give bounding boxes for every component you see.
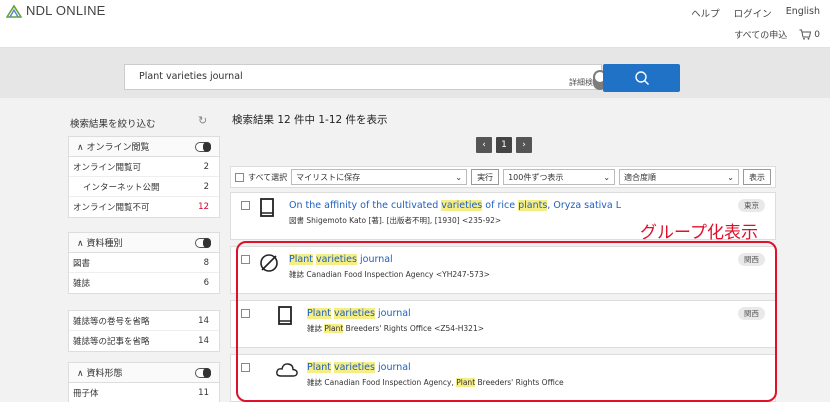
select-all-label: すべて選択 <box>248 172 288 182</box>
facet-toggle-icon[interactable] <box>195 141 211 152</box>
reset-icon[interactable]: ↻ <box>198 114 207 127</box>
grouped-display-label: グループ化表示 <box>640 223 758 243</box>
cart-button[interactable]: 0 <box>799 29 820 40</box>
results-summary: 検索結果 12 件中 1-12 件を表示 <box>232 114 388 126</box>
logo-text: NDL ONLINE <box>26 3 106 18</box>
results-toolbar: すべて選択 マイリストに保存 ⌄ 実行 100件ずつ表示 ⌄ 適合度順 ⌄ 表示 <box>230 166 776 188</box>
facet-row[interactable]: インターネット公開 2 <box>69 177 219 197</box>
sort-select[interactable]: 適合度順 ⌄ <box>619 169 739 185</box>
facet-row[interactable]: 雑誌 6 <box>69 273 219 293</box>
prev-page-button[interactable]: ‹ <box>476 137 492 153</box>
refine-title: 検索結果を絞り込む <box>70 119 156 130</box>
facet-row[interactable]: オンライン閲覧可 2 <box>69 157 219 177</box>
cart-icon <box>799 29 812 40</box>
top-header: NDL ONLINE ヘルプ ログイン English すべての申込 0 <box>0 0 830 48</box>
header-sub-links: すべての申込 0 <box>734 28 820 41</box>
search-button[interactable] <box>603 64 680 92</box>
facet-row[interactable]: 雑誌等の巻号を省略 14 <box>69 311 219 331</box>
header-links: ヘルプ ログイン English <box>691 6 820 20</box>
book-icon <box>260 198 274 217</box>
facet-type-title: ∧ 資料種別 <box>77 239 123 249</box>
chevron-down-icon: ⌄ <box>455 172 463 182</box>
result-title[interactable]: On the affinity of the cultivated variet… <box>289 200 621 211</box>
cart-count: 0 <box>814 29 820 40</box>
pagination: ‹ 1 › <box>476 137 532 153</box>
page: NDL ONLINE ヘルプ ログイン English すべての申込 0 Pla… <box>0 0 830 402</box>
login-link[interactable]: ログイン <box>734 6 772 20</box>
facet-row[interactable]: オンライン閲覧不可 12 <box>69 197 219 217</box>
result-meta: 図書 Shigemoto Kato [著]. [出版者不明], [1930] <… <box>289 216 502 225</box>
facet-type: ∧ 資料種別 図書 8 雑誌 6 <box>68 232 220 294</box>
help-link[interactable]: ヘルプ <box>691 6 720 20</box>
facet-form-header[interactable]: ∧ 資料形態 <box>69 363 219 383</box>
mylist-select[interactable]: マイリストに保存 ⌄ <box>291 169 468 185</box>
per-page-select[interactable]: 100件ずつ表示 ⌄ <box>503 169 616 185</box>
search-input[interactable]: Plant varieties journal <box>124 64 602 90</box>
run-button[interactable]: 実行 <box>471 169 500 185</box>
chevron-down-icon: ⌄ <box>603 172 611 182</box>
facet-toggle-icon[interactable] <box>195 367 211 378</box>
search-icon <box>634 71 649 85</box>
next-page-button[interactable]: › <box>516 137 532 153</box>
location-badge: 東京 <box>738 199 765 212</box>
chevron-down-icon: ⌄ <box>727 172 734 182</box>
facet-online-header[interactable]: ∧ オンライン閲覧 <box>69 137 219 157</box>
result-checkbox[interactable] <box>241 201 250 210</box>
facet-row[interactable]: 図書 8 <box>69 253 219 273</box>
facet-form: ∧ 資料形態 冊子体 11 <box>68 362 220 402</box>
all-requests-link[interactable]: すべての申込 <box>734 28 787 41</box>
facet-form-title: ∧ 資料形態 <box>77 369 123 379</box>
current-page[interactable]: 1 <box>496 137 512 153</box>
facet-toggle-icon[interactable] <box>195 237 211 248</box>
english-link[interactable]: English <box>786 6 820 20</box>
show-button[interactable]: 表示 <box>743 169 771 185</box>
facet-online: ∧ オンライン閲覧 オンライン閲覧可 2 インターネット公開 2 オンライン閲覧不可… <box>68 136 220 218</box>
facet-online-title: ∧ オンライン閲覧 <box>77 143 150 153</box>
search-query-text: Plant varieties journal <box>139 71 243 82</box>
logo[interactable]: NDL ONLINE <box>6 3 106 18</box>
facet-row[interactable]: 冊子体 11 <box>69 383 219 402</box>
facet-omit: 雑誌等の巻号を省略 14 雑誌等の記事を省略 14 <box>68 310 220 352</box>
facet-type-header[interactable]: ∧ 資料種別 <box>69 233 219 253</box>
facet-row[interactable]: 雑誌等の記事を省略 14 <box>69 331 219 351</box>
select-all-checkbox[interactable] <box>235 172 244 182</box>
ndl-logo-icon <box>6 4 22 18</box>
grouped-results-highlight <box>236 241 777 402</box>
